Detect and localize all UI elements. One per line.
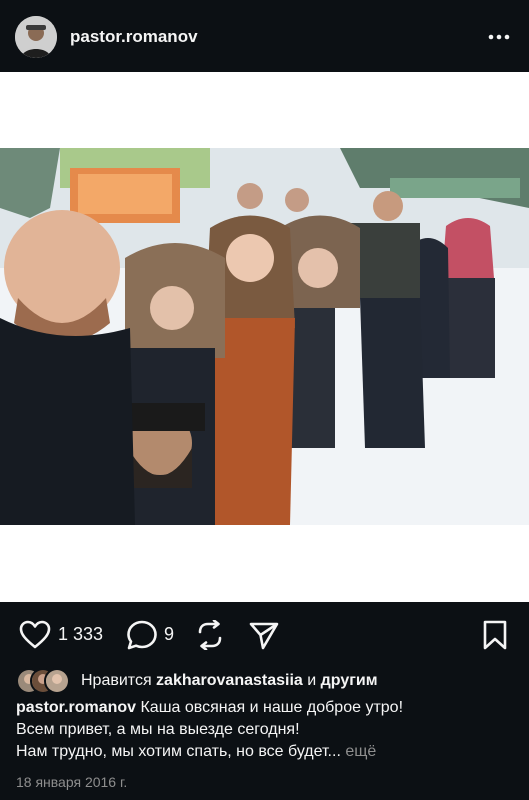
- liker-avatar: [44, 668, 70, 694]
- avatar-image: [15, 16, 57, 58]
- post-header: pastor.romanov: [0, 0, 529, 72]
- caption-line-2: Всем привет, а мы на выезде сегодня!: [16, 721, 300, 738]
- liked-by-middle: и: [302, 672, 321, 689]
- group-photo-image: [0, 148, 529, 525]
- caption-line-3: Нам трудно, мы хотим спать, но все будет…: [16, 743, 341, 760]
- more-horizontal-icon[interactable]: [487, 28, 511, 46]
- liked-by-row[interactable]: Нравится zakharovanastasiia и другим: [16, 668, 516, 694]
- send-icon[interactable]: [248, 620, 280, 650]
- liked-by-prefix: Нравится: [81, 672, 157, 689]
- caption-more-link[interactable]: ещё: [341, 743, 376, 760]
- group-photo: [0, 148, 529, 525]
- post-date: 18 января 2016 г.: [16, 774, 128, 790]
- user-avatar[interactable]: [15, 16, 57, 58]
- post-actions-bar: 1 333 9: [0, 610, 529, 660]
- repost-icon[interactable]: [194, 620, 226, 650]
- comments-count[interactable]: 9: [164, 624, 174, 645]
- header-username[interactable]: pastor.romanov: [70, 27, 198, 47]
- post-media-frame[interactable]: [0, 72, 529, 602]
- caption-line-1: Каша овсяная и наше доброе утро!: [136, 699, 404, 716]
- liker-username[interactable]: zakharovanastasiia: [156, 672, 303, 689]
- comment-icon[interactable]: [126, 620, 158, 650]
- liked-by-others[interactable]: другим: [321, 672, 378, 689]
- liked-by-text: Нравится zakharovanastasiia и другим: [81, 672, 378, 690]
- post-caption: pastor.romanov Каша овсяная и наше добро…: [16, 697, 516, 763]
- heart-icon[interactable]: [19, 620, 51, 650]
- likes-count[interactable]: 1 333: [58, 624, 103, 645]
- caption-username[interactable]: pastor.romanov: [16, 699, 136, 716]
- bookmark-icon[interactable]: [482, 620, 508, 650]
